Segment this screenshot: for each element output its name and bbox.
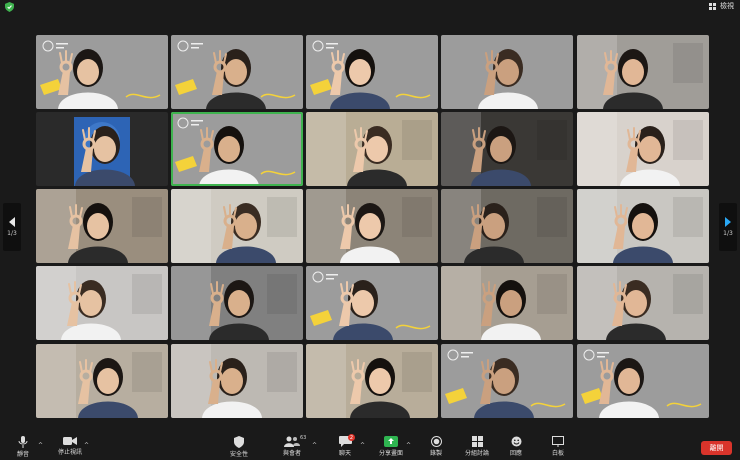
participants-count: 63 [300, 435, 307, 441]
shield-icon[interactable] [5, 2, 14, 12]
chevron-right-icon [725, 217, 731, 227]
participant-video [36, 344, 168, 418]
record-button[interactable]: 錄製 [419, 436, 453, 457]
participant-video [441, 266, 573, 340]
video-tile[interactable] [441, 344, 573, 418]
video-tile[interactable] [171, 266, 303, 340]
video-tile[interactable] [441, 112, 573, 186]
chat-button[interactable]: 2 聊天 [328, 434, 362, 457]
reactions-label: 回應 [509, 450, 522, 457]
view-button[interactable]: 檢視 [709, 1, 734, 11]
prev-page-indicator: 1/3 [7, 230, 17, 237]
audio-options-caret[interactable]: ^ [38, 442, 43, 449]
share-screen-icon [384, 436, 398, 447]
video-tile[interactable] [36, 112, 168, 186]
share-screen-button[interactable]: 分享畫面 [374, 436, 408, 457]
mute-label: 靜音 [16, 451, 29, 458]
share-options-caret[interactable]: ^ [406, 442, 411, 449]
view-label: 檢視 [720, 2, 734, 10]
video-tile[interactable] [36, 266, 168, 340]
top-bar: 檢視 [0, 0, 740, 14]
stop-video-button[interactable]: 停止視訊 [53, 436, 87, 456]
participant-video [306, 344, 438, 418]
video-tile[interactable] [171, 112, 303, 186]
participant-video [577, 112, 709, 186]
participant-video [171, 266, 303, 340]
chevron-left-icon [9, 217, 15, 227]
video-tile[interactable] [306, 35, 438, 109]
video-options-caret[interactable]: ^ [84, 442, 89, 449]
participant-video [306, 189, 438, 263]
participant-video [36, 266, 168, 340]
participant-video [577, 35, 709, 109]
participant-video [441, 112, 573, 186]
video-tile[interactable] [36, 189, 168, 263]
chat-badge: 2 [348, 434, 355, 441]
whiteboard-label: 白板 [551, 450, 564, 457]
chat-label: 聊天 [338, 450, 351, 457]
participant-video [577, 189, 709, 263]
participant-video [306, 266, 438, 340]
video-tile[interactable] [577, 112, 709, 186]
record-label: 錄製 [429, 450, 442, 457]
reactions-button[interactable]: 回應 [499, 436, 533, 457]
meeting-toolbar: 靜音 ^ 停止視訊 ^ 安全性 與會者 63 ^ 2 聊天 ^ 分享畫面 ^ 錄… [0, 433, 740, 460]
participants-label: 與會者 [282, 450, 301, 457]
microphone-icon [18, 436, 28, 448]
mute-button[interactable]: 靜音 [6, 436, 40, 458]
participant-video [36, 189, 168, 263]
participants-options-caret[interactable]: ^ [312, 442, 317, 449]
video-tile[interactable] [306, 112, 438, 186]
participant-video [171, 112, 303, 186]
video-tile[interactable] [171, 189, 303, 263]
video-tile[interactable] [306, 189, 438, 263]
participant-video [577, 266, 709, 340]
video-tile[interactable] [577, 266, 709, 340]
stop-video-label: 停止視訊 [57, 449, 82, 456]
whiteboard-icon [552, 436, 564, 447]
participant-video [441, 344, 573, 418]
video-tile[interactable] [577, 344, 709, 418]
participant-video [441, 35, 573, 109]
participant-video [577, 344, 709, 418]
video-tile[interactable] [577, 189, 709, 263]
smiley-icon [511, 436, 521, 447]
breakout-rooms-label: 分組討論 [464, 450, 489, 457]
leave-meeting-button[interactable]: 離開 [701, 441, 732, 455]
next-page-button[interactable]: 1/3 [719, 203, 737, 251]
video-tile[interactable] [36, 35, 168, 109]
participant-video [306, 35, 438, 109]
video-tile[interactable] [171, 344, 303, 418]
video-tile[interactable] [577, 35, 709, 109]
participant-video [36, 112, 168, 186]
participant-video [306, 112, 438, 186]
next-page-indicator: 1/3 [723, 230, 733, 237]
grid-view-icon [709, 2, 716, 10]
chat-options-caret[interactable]: ^ [360, 442, 365, 449]
video-tile[interactable] [36, 344, 168, 418]
participant-video [171, 189, 303, 263]
video-tile[interactable] [441, 189, 573, 263]
participant-video [171, 35, 303, 109]
prev-page-button[interactable]: 1/3 [3, 203, 21, 251]
share-screen-label: 分享畫面 [378, 450, 403, 457]
whiteboard-button[interactable]: 白板 [541, 436, 575, 457]
video-camera-icon [63, 437, 77, 445]
video-tile[interactable] [441, 266, 573, 340]
video-tile[interactable] [306, 344, 438, 418]
breakout-rooms-button[interactable]: 分組討論 [460, 436, 494, 457]
participants-icon [284, 436, 300, 447]
participant-video [441, 189, 573, 263]
security-button[interactable]: 安全性 [222, 436, 256, 458]
participant-video [36, 35, 168, 109]
security-shield-icon [234, 436, 244, 448]
video-tile[interactable] [441, 35, 573, 109]
breakout-rooms-icon [471, 436, 483, 447]
video-tile[interactable] [171, 35, 303, 109]
record-icon [430, 436, 442, 447]
video-tile[interactable] [306, 266, 438, 340]
security-label: 安全性 [229, 451, 248, 458]
participant-video [171, 344, 303, 418]
